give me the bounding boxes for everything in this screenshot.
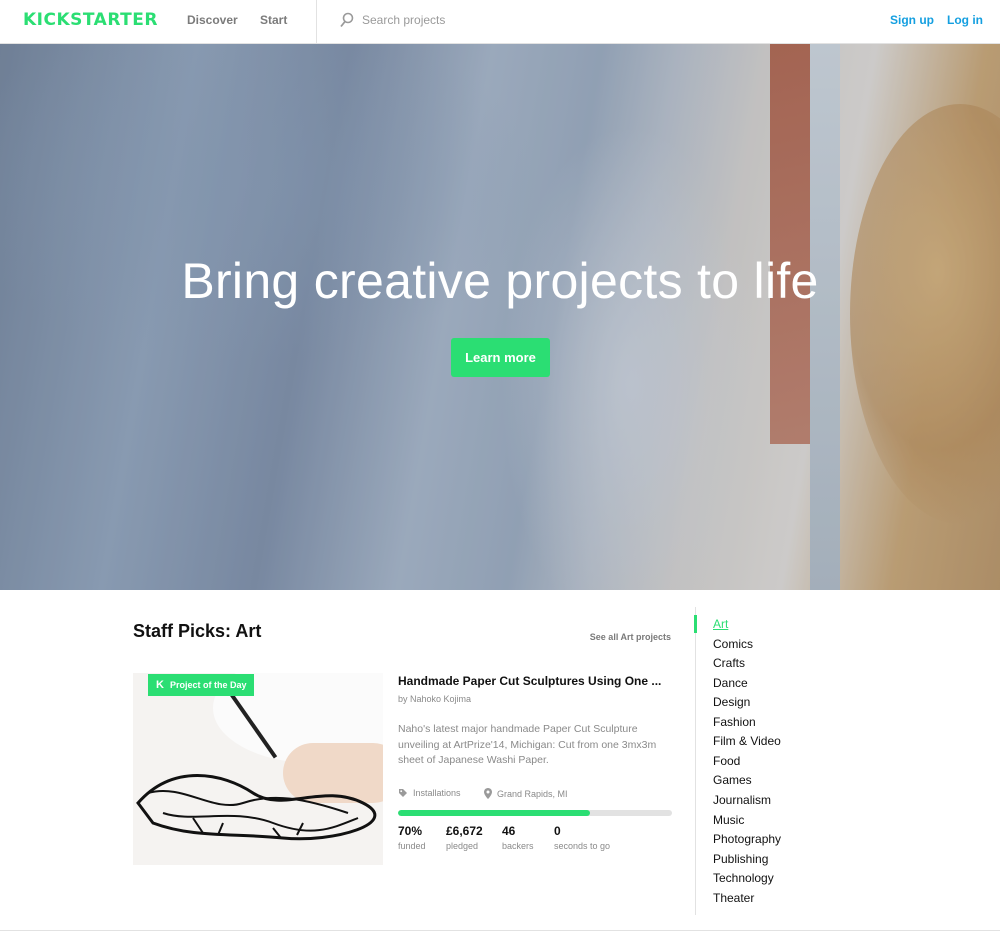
- funding-progress-fill: [398, 810, 590, 816]
- project-title[interactable]: Handmade Paper Cut Sculptures Using One …: [398, 674, 672, 688]
- stat-backers-label: backers: [502, 841, 534, 851]
- project-location-label: Grand Rapids, MI: [497, 788, 568, 799]
- project-image[interactable]: [133, 673, 383, 865]
- stat-funded-label: funded: [398, 841, 426, 851]
- staff-picks-title: Staff Picks: Art: [133, 621, 262, 641]
- kickstarter-k-icon: K: [156, 679, 164, 691]
- stat-backers-value: 46: [502, 824, 516, 838]
- badge-label: Project of the Day: [169, 680, 247, 690]
- category-dance[interactable]: Dance: [713, 676, 748, 690]
- tag-icon: [399, 789, 407, 797]
- category-music[interactable]: Music: [713, 813, 744, 827]
- hero-title: Bring creative projects to life: [181, 253, 819, 309]
- stat-pledged-value: £6,672: [446, 824, 483, 838]
- stat-pledged-label: pledged: [446, 841, 479, 851]
- project-location[interactable]: Grand Rapids, MI: [484, 788, 568, 799]
- category-theater[interactable]: Theater: [713, 891, 754, 905]
- logo-starter: STARTER: [70, 10, 158, 30]
- nav-discover[interactable]: Discover: [187, 13, 238, 27]
- location-pin-icon: [484, 788, 492, 799]
- project-of-the-day-badge: K Project of the Day: [148, 674, 255, 696]
- category-publishing[interactable]: Publishing: [713, 852, 768, 866]
- project-description: Naho's latest major handmade Paper Cut S…: [398, 723, 657, 766]
- category-technology[interactable]: Technology: [713, 871, 774, 885]
- stat-funded-value: 70%: [398, 824, 423, 838]
- category-active-indicator: [694, 615, 697, 633]
- see-all-link[interactable]: See all Art projects: [560, 632, 671, 642]
- category-games[interactable]: Games: [713, 773, 752, 787]
- category-journalism[interactable]: Journalism: [713, 793, 771, 807]
- sign-up-link[interactable]: Sign up: [890, 13, 934, 27]
- project-category[interactable]: Installations: [398, 788, 461, 798]
- project-creator[interactable]: by Nahoko Kojima: [398, 694, 471, 704]
- category-photography[interactable]: Photography: [713, 832, 781, 846]
- top-nav-bar: KICKSTARTER Discover Start Sign up Log i…: [0, 0, 1000, 44]
- kickstarter-logo[interactable]: KICKSTARTER: [23, 10, 158, 30]
- category-divider: [695, 607, 696, 915]
- logo-kick: KICK: [23, 10, 71, 30]
- footer-divider: [0, 930, 1000, 931]
- category-art[interactable]: Art: [713, 617, 728, 631]
- category-fashion[interactable]: Fashion: [713, 715, 756, 729]
- hero-banner: Bring creative projects to life Learn mo…: [0, 44, 1000, 590]
- category-crafts[interactable]: Crafts: [713, 656, 745, 670]
- category-comics[interactable]: Comics: [713, 637, 753, 651]
- search-input[interactable]: [362, 10, 662, 30]
- nav-start[interactable]: Start: [260, 13, 287, 27]
- search-icon[interactable]: [340, 12, 354, 28]
- stat-time-value: 0: [554, 824, 561, 838]
- funding-progress-bar: [398, 810, 672, 816]
- log-in-link[interactable]: Log in: [947, 13, 983, 27]
- stat-time-label: seconds to go: [554, 841, 611, 851]
- category-film-video[interactable]: Film & Video: [713, 734, 781, 748]
- nav-divider: [316, 0, 317, 43]
- hero-overlay: [0, 44, 1000, 590]
- category-design[interactable]: Design: [713, 695, 750, 709]
- learn-more-button[interactable]: Learn more: [451, 338, 550, 377]
- project-category-label: Installations: [413, 788, 461, 798]
- category-food[interactable]: Food: [713, 754, 740, 768]
- paper-cut-illustration: [136, 774, 377, 841]
